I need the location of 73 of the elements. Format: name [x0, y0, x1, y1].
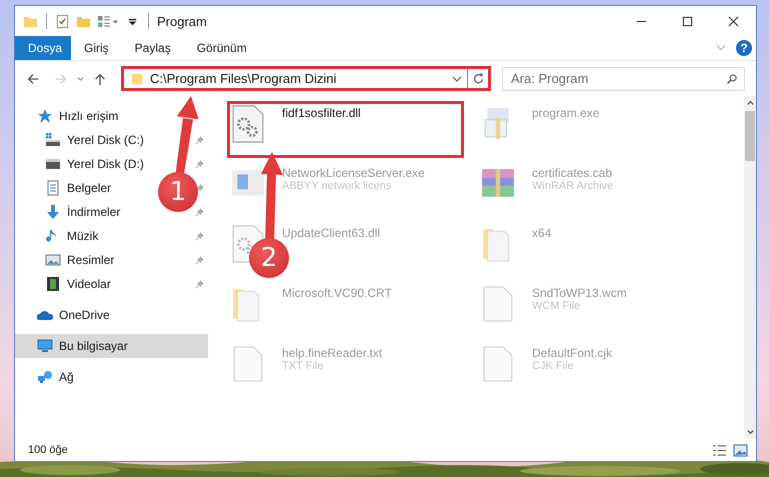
network-icon — [37, 369, 53, 385]
ribbon-tab[interactable]: Dosya — [15, 36, 71, 60]
scroll-thumb[interactable] — [745, 111, 755, 161]
drive-icon — [45, 156, 61, 172]
expand-ribbon-icon[interactable] — [716, 44, 726, 52]
nav-item[interactable]: Bu bilgisayar — [15, 334, 208, 358]
scrollbar[interactable] — [744, 96, 756, 439]
pin-icon[interactable] — [195, 136, 204, 144]
nav-item[interactable]: Yerel Disk (D:) — [15, 152, 144, 176]
nav-item[interactable]: İndirmeler — [15, 200, 120, 224]
drive-icon — [45, 132, 61, 148]
file-name: NetworkLicenseServer.exe — [282, 166, 425, 180]
nav-item[interactable]: Ağ — [15, 365, 74, 389]
back-arrow-icon[interactable] — [26, 72, 40, 86]
search-field[interactable]: Ara: Program — [502, 66, 745, 90]
nav-item[interactable]: Hızlı erişim — [15, 104, 118, 128]
gear-file-icon — [231, 104, 265, 144]
pin-icon[interactable] — [195, 160, 204, 168]
pin-icon[interactable] — [195, 256, 204, 264]
document-icon — [45, 180, 61, 196]
address-path: C:\Program Files\Program Dizini — [150, 71, 338, 86]
film-icon — [45, 276, 61, 292]
maximize-icon — [682, 16, 692, 26]
nav-item[interactable]: Videolar — [15, 272, 111, 296]
star-icon — [37, 108, 53, 124]
ribbon-tab[interactable]: Paylaş — [122, 36, 184, 60]
details-view-icon[interactable] — [712, 444, 727, 456]
monitor-icon — [37, 338, 53, 354]
file-name: Microsoft.VC90.CRT — [282, 286, 392, 300]
file-name: program.exe — [532, 106, 600, 120]
file-type: ABBYY network licens — [282, 180, 392, 192]
folder-icon — [130, 72, 144, 86]
pin-icon[interactable] — [195, 280, 204, 288]
properties-icon[interactable] — [55, 14, 70, 28]
file-name: DefaultFont.cjk — [532, 346, 612, 360]
file-icon — [481, 284, 515, 324]
nav-item[interactable]: Yerel Disk (C:) — [15, 128, 144, 152]
window-title: Program — [157, 14, 207, 28]
nav-item[interactable]: OneDrive — [15, 303, 110, 327]
nav-item[interactable]: Resimler — [15, 248, 114, 272]
scroll-up-icon[interactable] — [746, 99, 754, 108]
file-type: WCM File — [532, 300, 582, 312]
file-name: certificates.cab — [532, 166, 614, 180]
file-type: WinRAR Archive — [532, 180, 614, 192]
scroll-down-icon[interactable] — [746, 427, 754, 436]
help-button[interactable]: ? — [736, 40, 752, 56]
ribbon-tab[interactable]: Görünüm — [184, 36, 260, 60]
file-name: UpdateClient63.dll — [282, 226, 380, 240]
refresh-icon[interactable] — [472, 72, 485, 85]
search-icon[interactable] — [726, 72, 738, 84]
pin-icon[interactable] — [195, 184, 204, 192]
item-count: 100 öğe — [28, 444, 68, 456]
download-arrow-icon — [45, 204, 61, 220]
pin-icon[interactable] — [195, 232, 204, 240]
file-name: SndToWP13.wcm — [532, 286, 627, 300]
nav-item[interactable]: Müzik — [15, 224, 98, 248]
file-name: x64 — [532, 226, 552, 240]
file-name: fidf1sosfilter.dll — [282, 106, 361, 120]
large-icons-view-icon[interactable] — [733, 444, 748, 456]
nav-item[interactable]: Belgeler — [15, 176, 112, 200]
pin-icon[interactable] — [195, 208, 204, 216]
file-icon — [481, 344, 515, 384]
view-dropdown-icon[interactable] — [97, 14, 119, 28]
file-icon — [231, 344, 265, 384]
ribbon-tab[interactable]: Giriş — [71, 36, 122, 60]
address-bar[interactable]: C:\Program Files\Program Dizini — [121, 66, 491, 91]
close-icon — [728, 16, 738, 26]
dropdown-caret-icon[interactable] — [452, 74, 462, 84]
file-name: help.fineReader.txt — [282, 346, 382, 360]
file-type: CJK File — [532, 360, 575, 372]
file-type: TXT File — [282, 360, 324, 372]
picture-icon — [45, 252, 61, 268]
up-arrow-icon[interactable] — [93, 72, 107, 86]
